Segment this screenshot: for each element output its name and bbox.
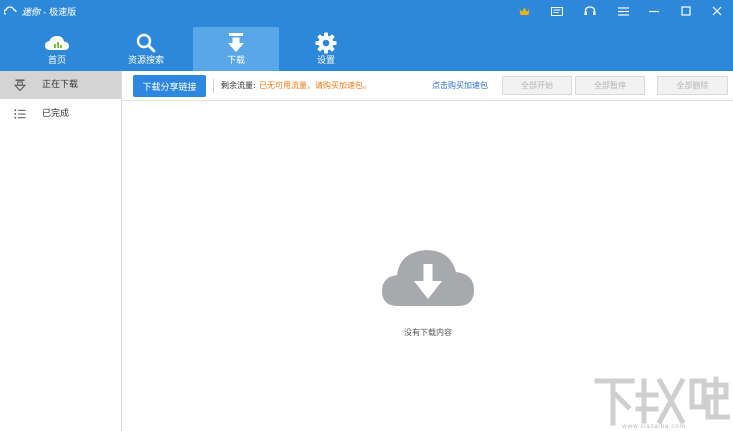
sidebar-item-downloading-label: 正在下载 [42, 80, 79, 90]
nav-home-label: 首页 [47, 56, 66, 66]
nav-resource-search-label: 资源搜索 [127, 56, 164, 66]
delete-all-button[interactable]: 全部删除 [657, 76, 728, 95]
cloud-download-icon [382, 250, 474, 306]
download-arrow-icon [227, 33, 245, 53]
nav-settings-label: 设置 [316, 56, 335, 66]
app-title-text: - 极速版 [43, 7, 77, 18]
message-icon[interactable] [549, 3, 565, 19]
pause-all-button[interactable]: 全部暂停 [575, 76, 645, 95]
gear-icon [315, 32, 337, 54]
close-icon[interactable] [709, 3, 725, 19]
menu-icon[interactable] [615, 3, 631, 19]
download-toolbar: 下载分享链接 剩余流量: 已无可用流量，请购买加速包。 点击购买加速包 全部开始… [122, 71, 733, 101]
buy-acceleration-link[interactable]: 点击购买加速包 [432, 81, 488, 91]
sidebar: 正在下载 已完成 [0, 71, 122, 431]
app-brand: 迷你 [22, 7, 41, 18]
sidebar-item-downloading[interactable]: 正在下载 [0, 71, 121, 99]
app-title: 迷你 - 极速版 [4, 4, 76, 18]
remaining-traffic-label: 剩余流量: [221, 81, 256, 90]
minimize-icon[interactable] [646, 3, 662, 19]
download-share-link-button[interactable]: 下载分享链接 [133, 75, 206, 97]
headset-icon[interactable] [582, 3, 598, 19]
toolbar-divider [213, 79, 214, 93]
sidebar-item-completed[interactable]: 已完成 [0, 100, 121, 128]
nav-home[interactable]: 首页 [14, 27, 100, 71]
nav-download-label: 下载 [226, 56, 245, 66]
search-icon [136, 33, 156, 53]
maximize-icon[interactable] [678, 3, 694, 19]
list-icon [14, 109, 26, 119]
nav-download[interactable]: 下载 [193, 27, 279, 71]
watermark-logo [594, 376, 730, 426]
empty-state-text: 没有下载内容 [404, 328, 452, 337]
app-logo-icon [4, 6, 17, 15]
traffic-warning-text: 已无可用流量，请购买加速包。 [259, 81, 371, 90]
vip-crown-icon[interactable] [516, 3, 532, 19]
nav-resource-search[interactable]: 资源搜索 [103, 27, 189, 71]
sidebar-item-completed-label: 已完成 [42, 109, 70, 119]
cloud-home-icon [44, 33, 70, 53]
downloading-icon [14, 79, 26, 91]
title-bar: 迷你 - 极速版 [0, 0, 733, 22]
watermark-url: www.xiazaiba.com [622, 423, 686, 430]
nav-settings[interactable]: 设置 [283, 27, 369, 71]
start-all-button[interactable]: 全部开始 [502, 76, 572, 95]
app-header: 迷你 - 极速版 首页 资源搜索 下载 设置 [0, 0, 733, 71]
